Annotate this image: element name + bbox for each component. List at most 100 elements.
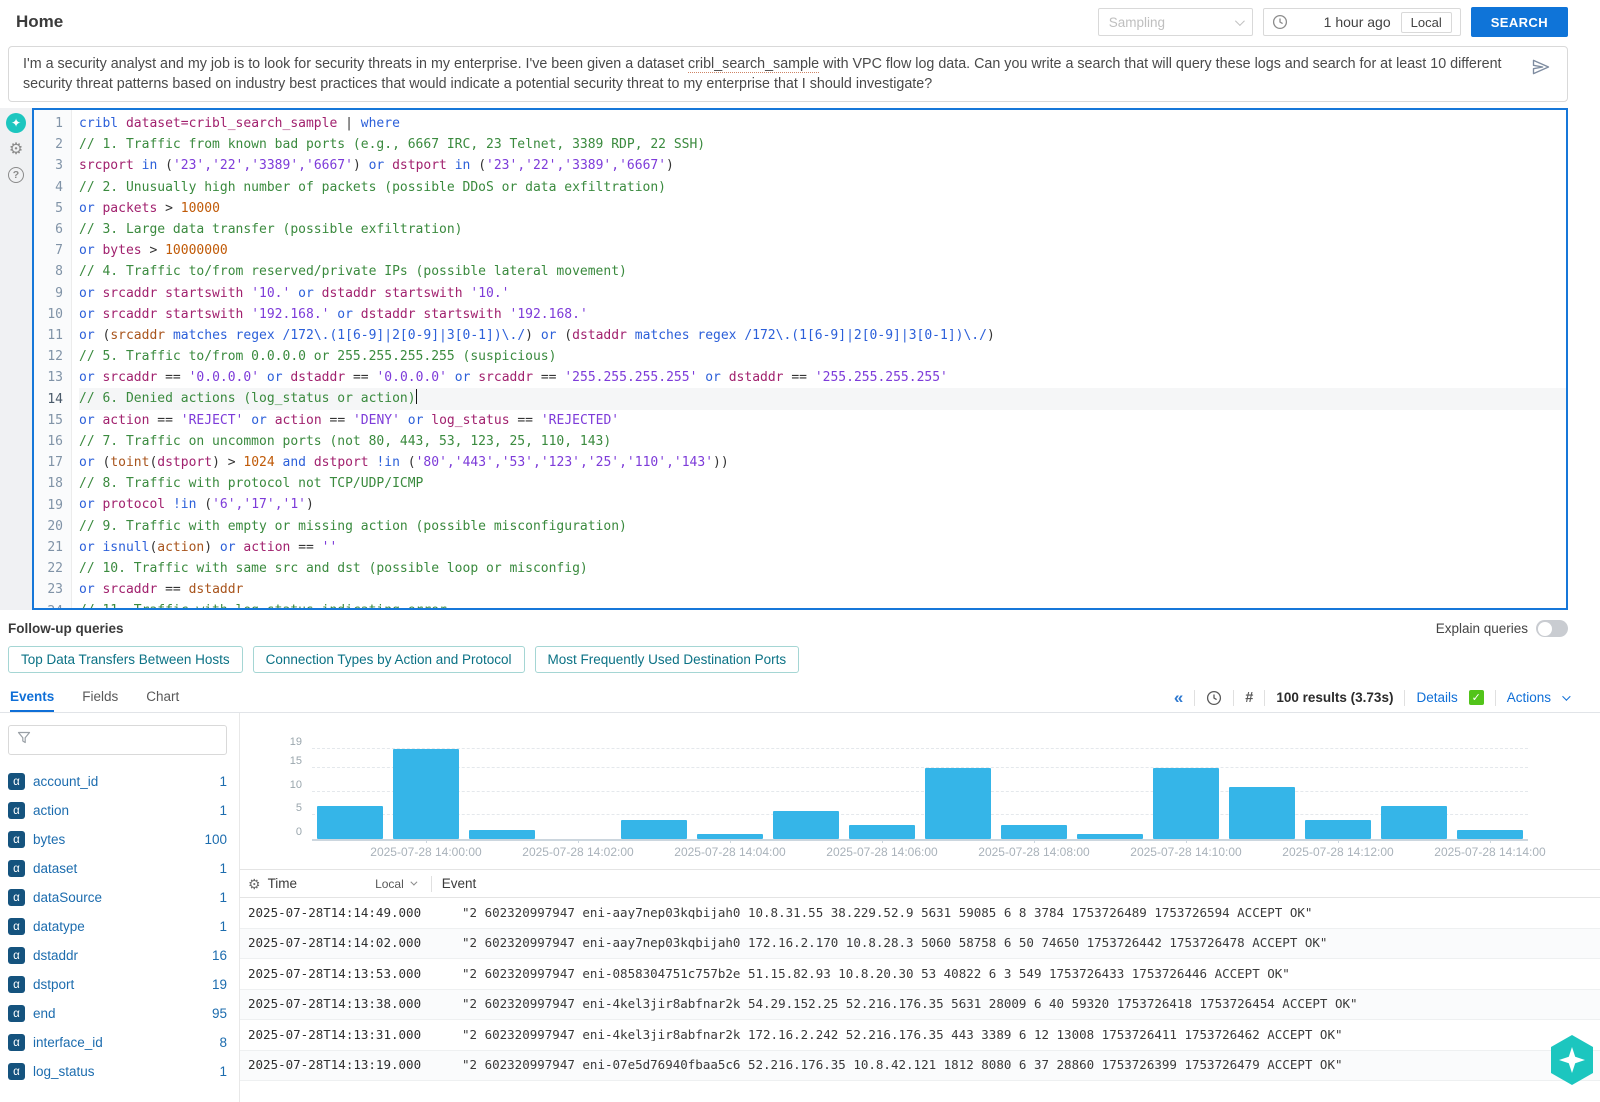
field-item-bytes[interactable]: αbytes100 <box>8 825 227 854</box>
timezone-dropdown[interactable]: Local <box>375 877 415 891</box>
timezone-button[interactable]: Local <box>1401 12 1452 33</box>
chart-bar[interactable] <box>1457 830 1523 839</box>
field-item-dstport[interactable]: αdstport19 <box>8 970 227 999</box>
code-token: or <box>79 413 102 428</box>
line-number: 7 <box>34 240 63 261</box>
chart-bar[interactable] <box>773 811 839 839</box>
field-item-dataSource[interactable]: αdataSource1 <box>8 883 227 912</box>
time-range-picker[interactable]: 1 hour ago Local <box>1263 8 1461 36</box>
explain-queries-toggle[interactable] <box>1536 620 1568 637</box>
code-token: dstport <box>314 455 377 470</box>
gear-icon[interactable]: ⚙ <box>9 142 23 158</box>
table-row[interactable]: 2025-07-28T14:13:31.000"2 602320997947 e… <box>240 1020 1600 1051</box>
field-item-dataset[interactable]: αdataset1 <box>8 854 227 883</box>
code-line[interactable]: // 2. Unusually high number of packets (… <box>79 177 1566 198</box>
ai-prompt-input[interactable]: I'm a security analyst and my job is to … <box>8 46 1568 102</box>
table-row[interactable]: 2025-07-28T14:13:38.000"2 602320997947 e… <box>240 990 1600 1021</box>
table-row[interactable]: 2025-07-28T14:14:02.000"2 602320997947 e… <box>240 929 1600 960</box>
code-lines[interactable]: cribl dataset=cribl_search_sample | wher… <box>72 110 1566 608</box>
code-line[interactable]: // 7. Traffic on uncommon ports (not 80,… <box>79 431 1566 452</box>
code-line[interactable]: or bytes > 10000000 <box>79 240 1566 261</box>
field-item-log_status[interactable]: αlog_status1 <box>8 1057 227 1086</box>
table-row[interactable]: 2025-07-28T14:14:49.000"2 602320997947 e… <box>240 898 1600 929</box>
table-settings-gear-icon[interactable]: ⚙ <box>248 877 261 891</box>
tab-chart[interactable]: Chart <box>146 683 179 712</box>
code-line[interactable]: // 1. Traffic from known bad ports (e.g.… <box>79 134 1566 155</box>
code-line[interactable]: or srcaddr == dstaddr <box>79 579 1566 600</box>
details-checkbox[interactable]: ✓ <box>1469 690 1484 705</box>
actions-link[interactable]: Actions <box>1507 690 1551 705</box>
code-token: action <box>157 540 204 555</box>
field-item-interface_id[interactable]: αinterface_id8 <box>8 1028 227 1057</box>
field-count: 95 <box>212 1006 227 1021</box>
hash-icon[interactable]: # <box>1245 690 1253 706</box>
histogram-plot[interactable]: 05101519 <box>312 733 1528 841</box>
chart-bar[interactable] <box>1153 768 1219 839</box>
code-line[interactable]: or action == 'REJECT' or action == 'DENY… <box>79 410 1566 431</box>
help-icon[interactable]: ? <box>8 167 24 183</box>
field-list: αaccount_id1αaction1αbytes100αdataset1αd… <box>8 767 227 1086</box>
chart-bar[interactable] <box>1229 787 1295 839</box>
field-name: action <box>33 803 69 818</box>
followup-query-button[interactable]: Top Data Transfers Between Hosts <box>8 646 243 673</box>
chart-bar[interactable] <box>317 806 383 839</box>
chart-bar[interactable] <box>1001 825 1067 839</box>
tab-events[interactable]: Events <box>10 683 54 712</box>
field-item-datatype[interactable]: αdatatype1 <box>8 912 227 941</box>
table-row[interactable]: 2025-07-28T14:13:19.000"2 602320997947 e… <box>240 1051 1600 1082</box>
line-number: 9 <box>34 283 63 304</box>
code-line[interactable]: cribl dataset=cribl_search_sample | wher… <box>79 113 1566 134</box>
chart-bar[interactable] <box>925 768 991 839</box>
tab-fields[interactable]: Fields <box>82 683 118 712</box>
code-line[interactable]: or (srcaddr matches regex /172\.(1[6-9]|… <box>79 325 1566 346</box>
code-line[interactable]: // 5. Traffic to/from 0.0.0.0 or 255.255… <box>79 346 1566 367</box>
code-line[interactable]: // 6. Denied actions (log_status or acti… <box>79 388 1566 409</box>
code-line[interactable]: or isnull(action) or action == '' <box>79 537 1566 558</box>
field-item-account_id[interactable]: αaccount_id1 <box>8 767 227 796</box>
top-header: Home Sampling 1 hour ago Local SEARCH <box>0 0 1600 44</box>
code-line[interactable]: or srcaddr startswith '10.' or dstaddr s… <box>79 283 1566 304</box>
search-button[interactable]: SEARCH <box>1471 7 1568 37</box>
history-clock-icon[interactable] <box>1206 690 1222 706</box>
code-token: == <box>330 413 353 428</box>
sampling-select[interactable]: Sampling <box>1098 8 1253 36</box>
chart-bar[interactable] <box>849 825 915 839</box>
code-line[interactable]: // 3. Large data transfer (possible exfi… <box>79 219 1566 240</box>
code-token: dstaddr startswith <box>322 286 471 301</box>
followup-label: Follow-up queries <box>8 621 124 636</box>
code-line[interactable]: // 4. Traffic to/from reserved/private I… <box>79 261 1566 282</box>
event-column-header[interactable]: Event <box>442 876 477 891</box>
copilot-fab-button[interactable] <box>1547 1034 1597 1086</box>
code-line[interactable]: // 9. Traffic with empty or missing acti… <box>79 516 1566 537</box>
chart-bar[interactable] <box>393 749 459 839</box>
send-icon[interactable] <box>1531 57 1551 83</box>
time-range-value[interactable]: 1 hour ago <box>1324 14 1391 30</box>
chart-bar[interactable] <box>621 820 687 839</box>
chart-bar[interactable] <box>1381 806 1447 839</box>
code-line[interactable]: or srcaddr startswith '192.168.' or dsta… <box>79 304 1566 325</box>
details-link[interactable]: Details <box>1416 690 1457 705</box>
time-column-header[interactable]: Time <box>268 876 298 891</box>
field-item-action[interactable]: αaction1 <box>8 796 227 825</box>
field-filter-input[interactable] <box>8 725 227 755</box>
code-line[interactable]: or protocol !in ('6','17','1') <box>79 494 1566 515</box>
chart-bar[interactable] <box>469 830 535 839</box>
field-item-dstaddr[interactable]: αdstaddr16 <box>8 941 227 970</box>
code-line[interactable]: or packets > 10000 <box>79 198 1566 219</box>
code-line[interactable]: // 11. Traffic with log_status indicatin… <box>79 600 1566 608</box>
table-row[interactable]: 2025-07-28T14:13:53.000"2 602320997947 e… <box>240 959 1600 990</box>
code-line[interactable]: srcport in ('23','22','3389','6667') or … <box>79 155 1566 176</box>
code-line[interactable]: or srcaddr == '0.0.0.0' or dstaddr == '0… <box>79 367 1566 388</box>
code-line[interactable]: or (toint(dstport) > 1024 and dstport !i… <box>79 452 1566 473</box>
field-item-end[interactable]: αend95 <box>8 999 227 1028</box>
chart-bar[interactable] <box>1077 834 1143 839</box>
followup-query-button[interactable]: Most Frequently Used Destination Ports <box>535 646 800 673</box>
followup-query-button[interactable]: Connection Types by Action and Protocol <box>253 646 525 673</box>
copilot-icon[interactable]: ✦ <box>6 113 26 133</box>
chart-bar[interactable] <box>1305 820 1371 839</box>
query-editor-area: ✦ ⚙ ? 1234567891011121314151617181920212… <box>0 108 1600 610</box>
query-editor[interactable]: 123456789101112131415161718192021222324 … <box>32 108 1568 610</box>
collapse-sidebar-icon[interactable]: « <box>1174 689 1183 706</box>
code-line[interactable]: // 8. Traffic with protocol not TCP/UDP/… <box>79 473 1566 494</box>
code-line[interactable]: // 10. Traffic with same src and dst (po… <box>79 558 1566 579</box>
